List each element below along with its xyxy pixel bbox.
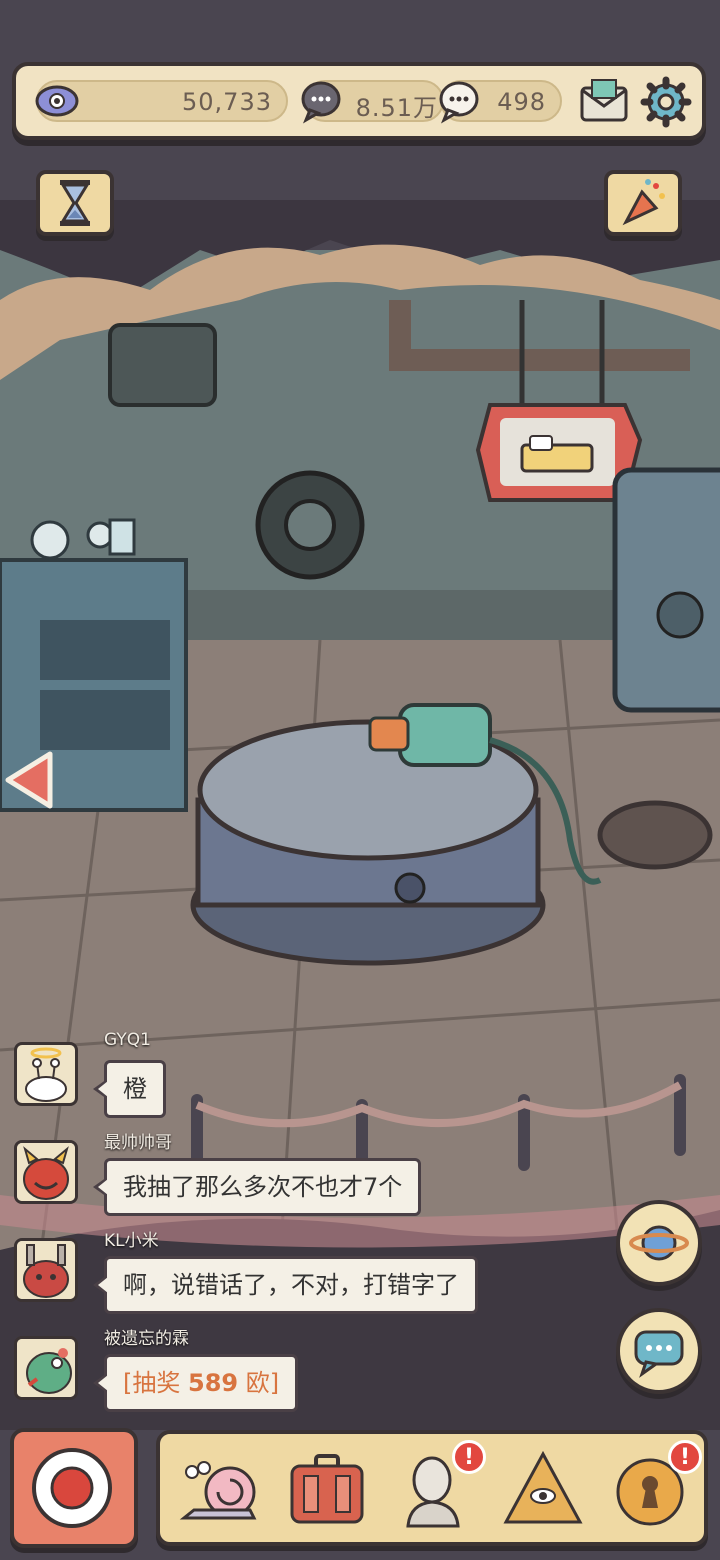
party-popper-icon bbox=[622, 179, 665, 226]
gray-bubble-value: 8.51万 bbox=[355, 94, 438, 122]
chat-button[interactable] bbox=[616, 1308, 702, 1394]
notification-badge: ! bbox=[668, 1440, 702, 1474]
avatar[interactable] bbox=[14, 1336, 78, 1400]
chat-bubble: 啊，说错话了，不对，打错字了 bbox=[93, 1256, 478, 1314]
resource-bar: 50,733 8.51万 498 bbox=[12, 62, 706, 140]
speech-bubble-icon bbox=[301, 81, 341, 124]
lottery-prefix: [抽奖 bbox=[123, 1369, 188, 1397]
nav-statue[interactable]: ! bbox=[390, 1440, 486, 1534]
chat-icon bbox=[634, 1330, 684, 1378]
pyramid-eye-icon bbox=[503, 1450, 583, 1524]
planet-icon bbox=[629, 1225, 689, 1261]
record-button[interactable] bbox=[10, 1428, 138, 1548]
hourglass-icon bbox=[60, 180, 90, 226]
nav-keyhole[interactable]: ! bbox=[606, 1440, 702, 1534]
chat-username: KL小米 bbox=[104, 1231, 159, 1251]
eye-value: 50,733 bbox=[182, 88, 272, 116]
notification-badge: ! bbox=[452, 1440, 486, 1474]
eye-resource: 50,733 bbox=[35, 80, 288, 122]
planet-button[interactable] bbox=[616, 1200, 702, 1286]
chat-bubble: 我抽了那么多次不也才7个 bbox=[92, 1158, 422, 1216]
avatar[interactable] bbox=[14, 1238, 78, 1302]
gray-bubble-resource: 8.51万 bbox=[301, 80, 444, 124]
bottom-navbar: ! ! bbox=[156, 1430, 708, 1546]
chat-bubble: [抽奖 589 欧] bbox=[92, 1354, 299, 1412]
lottery-number: 589 bbox=[188, 1369, 239, 1397]
chat-username: GYQ1 bbox=[104, 1030, 151, 1050]
chat-bubble-icon bbox=[439, 81, 479, 124]
eye-icon bbox=[35, 85, 79, 117]
nav-suitcase[interactable] bbox=[282, 1444, 372, 1534]
nav-snail[interactable] bbox=[174, 1444, 264, 1534]
suitcase-icon bbox=[290, 1454, 364, 1524]
avatar[interactable] bbox=[14, 1042, 78, 1106]
nav-pyramid[interactable] bbox=[498, 1444, 588, 1534]
chat-username: 被遗忘的霖 bbox=[104, 1329, 189, 1349]
record-icon bbox=[32, 1448, 112, 1528]
white-bubble-value: 498 bbox=[497, 88, 546, 116]
snail-icon bbox=[179, 1461, 257, 1520]
chat-bubble: 橙 bbox=[93, 1060, 166, 1118]
white-bubble-resource: 498 bbox=[439, 80, 562, 124]
chat-username: 最帅帅哥 bbox=[104, 1133, 172, 1153]
mail-icon[interactable] bbox=[578, 76, 630, 128]
party-button[interactable] bbox=[604, 170, 682, 236]
lottery-suffix: 欧] bbox=[238, 1369, 280, 1397]
gear-icon[interactable] bbox=[640, 76, 692, 128]
avatar[interactable] bbox=[14, 1140, 78, 1204]
arrow-left-icon[interactable] bbox=[4, 748, 54, 812]
hourglass-button[interactable] bbox=[36, 170, 114, 236]
